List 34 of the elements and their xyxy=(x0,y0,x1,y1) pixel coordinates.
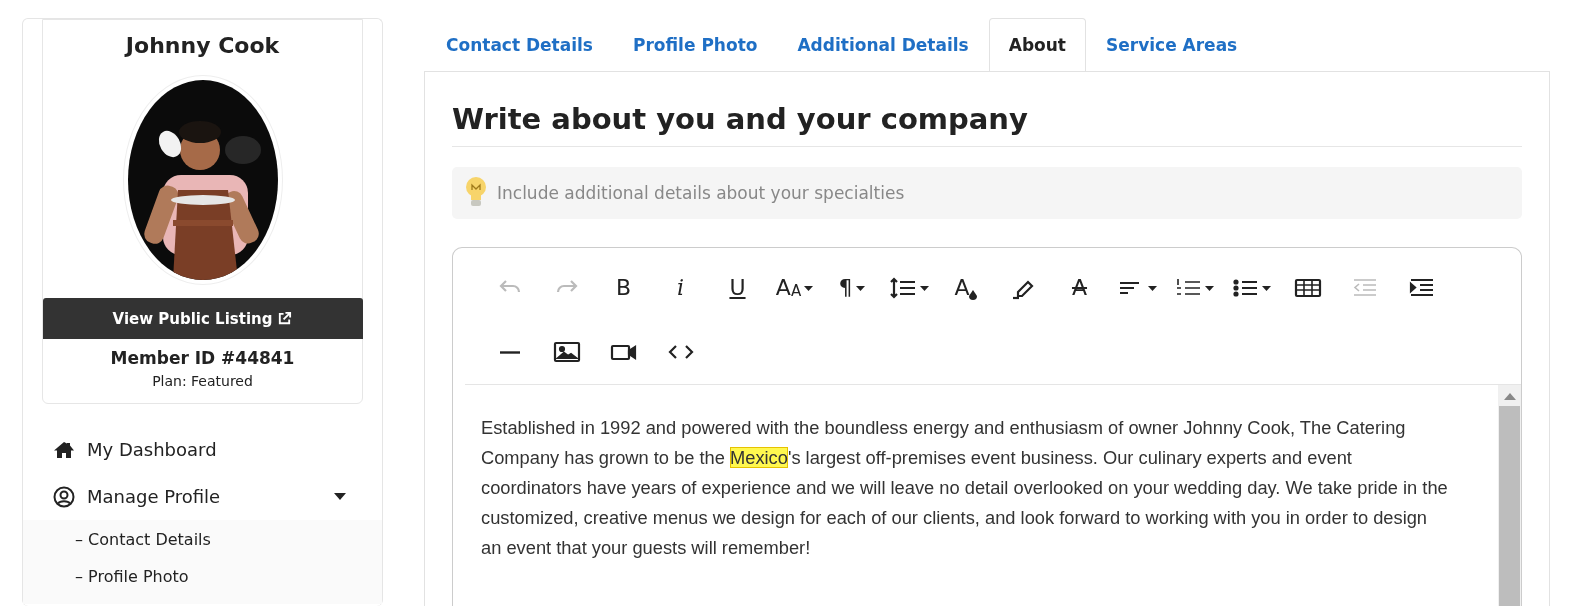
line-height-icon xyxy=(888,276,917,300)
view-public-listing-button[interactable]: View Public Listing xyxy=(42,298,363,339)
scroll-up-icon xyxy=(1503,393,1516,400)
section-heading: Write about you and your company xyxy=(452,102,1522,147)
table-icon xyxy=(1293,276,1322,300)
member-id: Member ID #44841 xyxy=(110,348,295,368)
scrollbar[interactable] xyxy=(1498,385,1521,606)
sidebar-item[interactable]: Manage Profile xyxy=(23,473,382,520)
image-icon xyxy=(552,340,581,364)
user-icon xyxy=(53,485,75,508)
clear-format-icon-button[interactable]: A xyxy=(1051,268,1108,308)
underline-icon-button[interactable]: U xyxy=(709,268,766,308)
font-size-icon-button[interactable]: AA xyxy=(766,268,823,308)
submenu-item[interactable]: – Profile Photo xyxy=(75,567,382,604)
paragraph-icon-button[interactable]: ¶ xyxy=(823,268,880,308)
tab[interactable]: Profile Photo xyxy=(613,18,778,72)
submenu-item[interactable]: – Contact Details xyxy=(75,530,382,567)
home-icon xyxy=(53,440,75,459)
bold-icon-button[interactable]: B xyxy=(595,268,652,308)
tab[interactable]: Contact Details xyxy=(426,18,613,72)
italic-icon-button[interactable]: i xyxy=(652,268,709,308)
droplet-icon xyxy=(968,290,977,300)
sidebar-item[interactable]: My Dashboard xyxy=(23,426,382,473)
profile-name: Johnny Cook xyxy=(125,33,280,60)
bullet-list-icon xyxy=(1230,276,1259,300)
tip-text: Include additional details about your specialties xyxy=(497,183,905,203)
editor-text[interactable]: Established in 1992 and powered with the boundless energy and enthusiasm of owner Johnny Cook, The Catering Company has grown to be the Mexico's largest off-premises event business. Our culinary experts and event coordinators have years of experience and we will leave no detail overlooked on your wedding day. We take pride in the customized, creative menus we design for each of our clients, and look forward to working with you in order to design an event that your guests will remember! xyxy=(465,385,1498,606)
plan-label: Plan: Featured xyxy=(152,373,253,389)
tab[interactable]: Service Areas xyxy=(1086,18,1258,72)
external-link-icon xyxy=(277,311,293,326)
text-color-icon-button[interactable]: A xyxy=(937,268,994,308)
horizontal-rule-icon xyxy=(499,350,520,354)
tab[interactable]: About xyxy=(988,18,1086,72)
tab[interactable]: Additional Details xyxy=(777,18,989,72)
